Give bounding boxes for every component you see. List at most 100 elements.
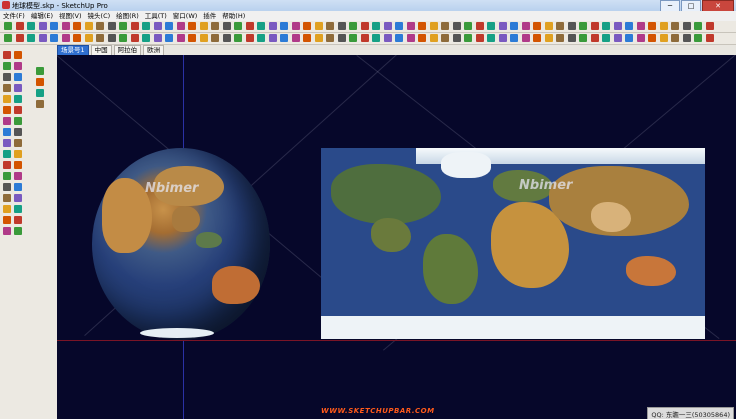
toolbar1-tool-icon[interactable]	[556, 22, 564, 30]
toolbar2-tool-icon[interactable]	[303, 34, 311, 42]
menu-window[interactable]: 窗口(W)	[170, 11, 201, 21]
toolbar2-tool-icon[interactable]	[648, 34, 656, 42]
toolbar1-tool-icon[interactable]	[50, 22, 58, 30]
toolbar1-tool-icon[interactable]	[533, 22, 541, 30]
toolbar1-tool-icon[interactable]	[4, 22, 12, 30]
palette-tool-icon[interactable]	[3, 183, 11, 191]
toolbar2-tool-icon[interactable]	[291, 34, 300, 42]
toolbar1-tool-icon[interactable]	[199, 22, 208, 30]
toolbar1-tool-icon[interactable]	[544, 22, 553, 30]
toolbar2-tool-icon[interactable]	[487, 34, 495, 42]
palette-tool-icon[interactable]	[14, 84, 22, 92]
toolbar2-tool-icon[interactable]	[245, 34, 254, 42]
toolbar1-tool-icon[interactable]	[84, 22, 93, 30]
toolbar2-tool-icon[interactable]	[636, 34, 645, 42]
toolbar1-tool-icon[interactable]	[27, 22, 35, 30]
menu-camera[interactable]: 镜头(C)	[85, 11, 114, 21]
toolbar2-tool-icon[interactable]	[498, 34, 507, 42]
palette-tool-icon[interactable]	[3, 161, 11, 169]
toolbar2-tool-icon[interactable]	[533, 34, 541, 42]
toolbar2-tool-icon[interactable]	[176, 34, 185, 42]
toolbar1-tool-icon[interactable]	[625, 22, 633, 30]
palette-tool-icon[interactable]	[14, 106, 22, 114]
toolbar1-tool-icon[interactable]	[234, 22, 242, 30]
toolbar2-tool-icon[interactable]	[211, 34, 219, 42]
palette-tool-icon[interactable]	[36, 78, 44, 86]
toolbar2-tool-icon[interactable]	[671, 34, 679, 42]
toolbar1-tool-icon[interactable]	[176, 22, 185, 30]
palette-tool-icon[interactable]	[14, 205, 22, 213]
toolbar1-tool-icon[interactable]	[705, 22, 714, 30]
toolbar2-tool-icon[interactable]	[613, 34, 622, 42]
toolbar1-tool-icon[interactable]	[429, 22, 438, 30]
toolbar2-tool-icon[interactable]	[107, 34, 116, 42]
toolbar1-tool-icon[interactable]	[142, 22, 150, 30]
toolbar1-tool-icon[interactable]	[671, 22, 679, 30]
toolbar1-tool-icon[interactable]	[291, 22, 300, 30]
toolbar1-tool-icon[interactable]	[337, 22, 346, 30]
toolbar2-tool-icon[interactable]	[38, 34, 47, 42]
toolbar2-tool-icon[interactable]	[372, 34, 380, 42]
palette-tool-icon[interactable]	[14, 161, 22, 169]
palette-tool-icon[interactable]	[3, 227, 11, 235]
toolbar2-tool-icon[interactable]	[142, 34, 150, 42]
toolbar1-tool-icon[interactable]	[314, 22, 323, 30]
toolbar1-tool-icon[interactable]	[383, 22, 392, 30]
toolbar2-tool-icon[interactable]	[27, 34, 35, 42]
palette-tool-icon[interactable]	[3, 172, 11, 180]
palette-tool-icon[interactable]	[3, 73, 11, 81]
toolbar2-tool-icon[interactable]	[464, 34, 472, 42]
toolbar2-tool-icon[interactable]	[268, 34, 277, 42]
palette-tool-icon[interactable]	[14, 194, 22, 202]
palette-tool-icon[interactable]	[3, 51, 11, 59]
toolbar1-tool-icon[interactable]	[211, 22, 219, 30]
toolbar2-tool-icon[interactable]	[257, 34, 265, 42]
tab-china[interactable]: 中国	[90, 44, 112, 56]
toolbar2-tool-icon[interactable]	[659, 34, 668, 42]
toolbar2-tool-icon[interactable]	[429, 34, 438, 42]
toolbar2-tool-icon[interactable]	[556, 34, 564, 42]
toolbar2-tool-icon[interactable]	[360, 34, 369, 42]
palette-tool-icon[interactable]	[14, 95, 22, 103]
toolbar2-tool-icon[interactable]	[280, 34, 288, 42]
palette-tool-icon[interactable]	[3, 139, 11, 147]
toolbar1-tool-icon[interactable]	[188, 22, 196, 30]
toolbar2-tool-icon[interactable]	[234, 34, 242, 42]
world-map-plane[interactable]	[321, 148, 705, 339]
toolbar2-tool-icon[interactable]	[625, 34, 633, 42]
palette-tool-icon[interactable]	[3, 106, 11, 114]
toolbar1-tool-icon[interactable]	[579, 22, 587, 30]
toolbar1-tool-icon[interactable]	[521, 22, 530, 30]
toolbar1-tool-icon[interactable]	[372, 22, 380, 30]
toolbar1-tool-icon[interactable]	[96, 22, 104, 30]
toolbar2-tool-icon[interactable]	[579, 34, 587, 42]
palette-tool-icon[interactable]	[3, 150, 11, 158]
palette-tool-icon[interactable]	[14, 128, 22, 136]
palette-tool-icon[interactable]	[3, 216, 11, 224]
toolbar2-tool-icon[interactable]	[337, 34, 346, 42]
toolbar1-tool-icon[interactable]	[61, 22, 70, 30]
toolbar2-tool-icon[interactable]	[153, 34, 162, 42]
palette-tool-icon[interactable]	[14, 51, 22, 59]
toolbar1-tool-icon[interactable]	[682, 22, 691, 30]
model-viewport[interactable]: Nbimer Nbimer WWW.SKETCHUPBAR.COM QQ: 东瞻…	[57, 55, 736, 419]
toolbar2-tool-icon[interactable]	[395, 34, 403, 42]
toolbar2-tool-icon[interactable]	[441, 34, 449, 42]
toolbar1-tool-icon[interactable]	[452, 22, 461, 30]
toolbar2-tool-icon[interactable]	[383, 34, 392, 42]
toolbar1-tool-icon[interactable]	[73, 22, 81, 30]
toolbar1-tool-icon[interactable]	[280, 22, 288, 30]
toolbar1-tool-icon[interactable]	[395, 22, 403, 30]
palette-tool-icon[interactable]	[14, 117, 22, 125]
toolbar1-tool-icon[interactable]	[268, 22, 277, 30]
toolbar2-tool-icon[interactable]	[406, 34, 415, 42]
toolbar1-tool-icon[interactable]	[648, 22, 656, 30]
toolbar1-tool-icon[interactable]	[694, 22, 702, 30]
toolbar2-tool-icon[interactable]	[418, 34, 426, 42]
menu-help[interactable]: 帮助(H)	[219, 11, 248, 21]
toolbar2-tool-icon[interactable]	[567, 34, 576, 42]
palette-tool-icon[interactable]	[36, 100, 44, 108]
toolbar1-tool-icon[interactable]	[303, 22, 311, 30]
toolbar2-tool-icon[interactable]	[199, 34, 208, 42]
toolbar2-tool-icon[interactable]	[349, 34, 357, 42]
